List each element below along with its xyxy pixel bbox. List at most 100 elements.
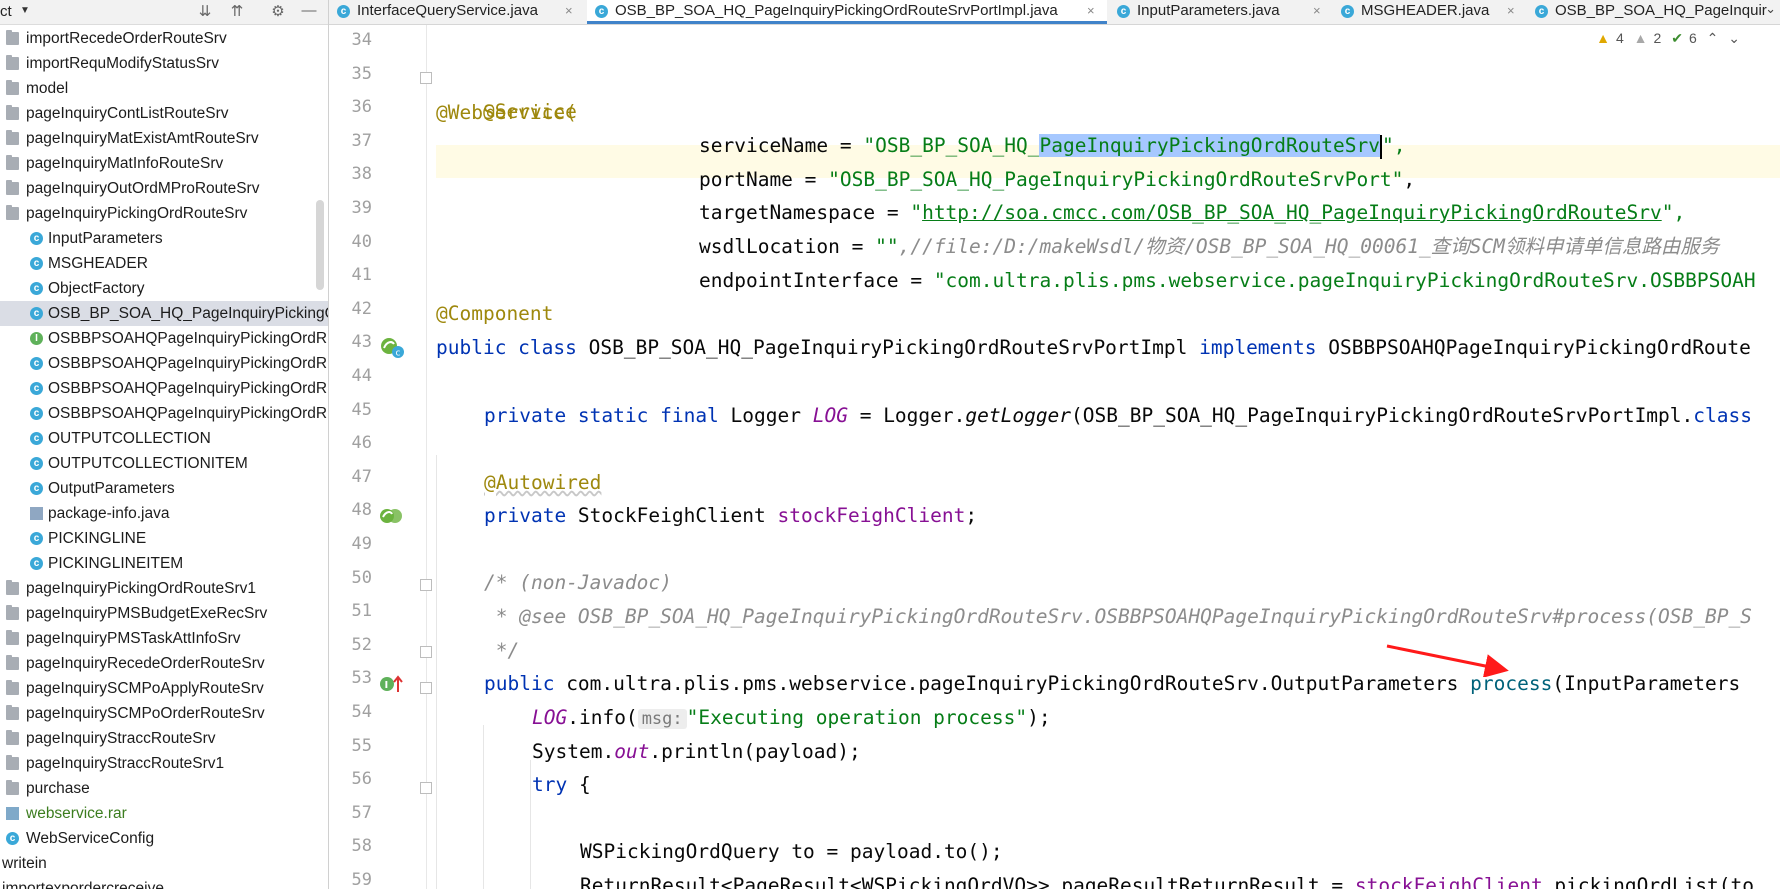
tree-item[interactable]: pageInquiryPMSBudgetExeRecSrv xyxy=(0,601,328,626)
tree-item-label: pageInquiryPickingOrdRouteSrv1 xyxy=(26,580,257,597)
tree-item[interactable]: pageInquiryPMSTaskAttInfoSrv xyxy=(0,626,328,651)
tree-item[interactable]: pageInquiryStraccRouteSrv1 xyxy=(0,751,328,776)
keyword: public xyxy=(484,672,567,695)
tree-item[interactable]: pageInquiryPickingOrdRouteSrv xyxy=(0,201,328,226)
static-field: LOG xyxy=(812,404,848,427)
tab-label: OSB_BP_SOA_HQ_PageInquir xyxy=(1555,2,1767,19)
tree-item[interactable]: webservice.rar xyxy=(0,801,328,826)
tree-item[interactable]: c OUTPUTCOLLECTIONITEM xyxy=(0,451,328,476)
code-line-50: /* (non-Javadoc) xyxy=(484,566,672,599)
webservice-annotation: @WebService( xyxy=(436,101,577,124)
indent-guide xyxy=(530,760,531,889)
code-line-54: LOG.info(msg: "Executing operation proces… xyxy=(532,701,1051,734)
line-number: 55 xyxy=(351,735,372,756)
close-icon[interactable]: × xyxy=(565,0,573,22)
code-token: ; xyxy=(965,504,978,527)
tree-item[interactable]: pageInquiryRecedeOrderRouteSrv xyxy=(0,651,328,676)
code-editor[interactable]: @Service @WebService( serviceName = "OSB… xyxy=(436,25,1780,889)
tree-item[interactable]: pageInquiryPickingOrdRouteSrv1 xyxy=(0,576,328,601)
tree-item[interactable]: importRecedeOrderRouteSrv xyxy=(0,26,328,51)
tree-item[interactable]: c OUTPUTCOLLECTION xyxy=(0,426,328,451)
tree-item[interactable]: c MSGHEADER xyxy=(0,251,328,276)
tree-item[interactable]: pageInquiryMatInfoRouteSrv xyxy=(0,151,328,176)
weak-warning-icon: ▲ xyxy=(1633,30,1648,46)
implements-method-icon[interactable]: I xyxy=(379,674,405,694)
line-number: 50 xyxy=(351,567,372,588)
expand-all-icon[interactable]: ⇊ xyxy=(196,2,214,20)
fold-marker-icon[interactable] xyxy=(420,579,432,591)
folder-icon xyxy=(6,80,19,95)
tree-item[interactable]: c InputParameters xyxy=(0,226,328,251)
tree-item[interactable]: c OSBBPSOAHQPageInquiryPickingOrdR xyxy=(0,351,328,376)
code-token: (InputParameters xyxy=(1552,672,1741,695)
tab-input-parameters[interactable]: c InputParameters.java × xyxy=(1109,0,1331,24)
code-line-58: WSPickingOrdQuery to = payload.to(); xyxy=(580,835,1003,868)
fold-marker-icon[interactable] xyxy=(420,682,432,694)
tree-item[interactable]: c ObjectFactory xyxy=(0,276,328,301)
fold-marker-icon[interactable] xyxy=(420,782,432,794)
class-icon: c xyxy=(30,257,43,270)
hide-panel-icon[interactable]: — xyxy=(300,2,318,19)
code-token: (OSB_BP_SOA_HQ_PageInquiryPickingOrdRout… xyxy=(1071,404,1694,427)
chevron-down-icon[interactable]: ⌄ xyxy=(1765,1,1776,17)
chevron-down-icon[interactable]: ▼ xyxy=(20,5,30,16)
class-icon: c xyxy=(30,282,43,295)
tree-item[interactable]: importRequModifyStatusSrv xyxy=(0,51,328,76)
spring-bean-icon[interactable]: c xyxy=(379,336,405,360)
tree-item[interactable]: pageInquiryStraccRouteSrv xyxy=(0,726,328,751)
tree-item[interactable]: writein xyxy=(0,851,328,876)
tree-item-label: pageInquiryPickingOrdRouteSrv xyxy=(26,205,248,222)
gear-icon[interactable]: ⚙ xyxy=(269,2,287,20)
chevron-up-icon[interactable]: ⌃ xyxy=(1707,30,1719,46)
tree-item[interactable]: model xyxy=(0,76,328,101)
tree-item[interactable]: c PICKINGLINE xyxy=(0,526,328,551)
folder-icon xyxy=(6,580,19,595)
code-line-40: wsdlLocation = "",//file:/D:/makeWsdl/物资… xyxy=(699,230,1719,263)
tree-item[interactable]: c WebServiceConfig xyxy=(0,826,328,851)
tree-item-label: importRecedeOrderRouteSrv xyxy=(26,30,227,47)
tree-item[interactable]: I OSBBPSOAHQPageInquiryPickingOrdR xyxy=(0,326,328,351)
tree-item[interactable]: c OSBBPSOAHQPageInquiryPickingOrdR xyxy=(0,401,328,426)
close-icon[interactable]: × xyxy=(1087,0,1095,22)
code-line-38: portName = "OSB_BP_SOA_HQ_PageInquiryPic… xyxy=(699,163,1415,196)
tree-item-label: ObjectFactory xyxy=(48,280,145,297)
keyword: public class xyxy=(436,336,589,359)
tab-msgheader[interactable]: c MSGHEADER.java × xyxy=(1333,0,1525,24)
tree-item[interactable]: pageInquirySCMPoOrderRouteSrv xyxy=(0,701,328,726)
code-line-48: private StockFeighClient stockFeighClien… xyxy=(484,499,977,532)
tree-item[interactable]: c OSBBPSOAHQPageInquiryPickingOrdR xyxy=(0,376,328,401)
svg-text:c: c xyxy=(396,349,401,359)
tab-interface-query-service[interactable]: c InterfaceQueryService.java × xyxy=(329,0,585,24)
code-line-42: @Component xyxy=(436,297,553,330)
static-field: out xyxy=(614,740,650,763)
close-icon[interactable]: × xyxy=(1313,0,1321,22)
inspection-widget[interactable]: ▲ 4 ▲ 2 ✔ 6 ⌃ ⌄ xyxy=(1590,30,1740,50)
fold-marker-icon[interactable] xyxy=(420,72,432,84)
tab-osb-pageinquir[interactable]: c OSB_BP_SOA_HQ_PageInquir xyxy=(1527,0,1767,24)
tree-item[interactable]: pageInquiryOutOrdMProRouteSrv xyxy=(0,176,328,201)
project-toolbar: ct ▼ ⇊ ⇈ ⚙ — xyxy=(0,0,328,25)
tab-label: OSB_BP_SOA_HQ_PageInquiryPickingOrdRoute… xyxy=(615,2,1058,19)
spring-autowired-icon[interactable] xyxy=(379,506,403,526)
project-view-selector[interactable]: ct xyxy=(0,3,12,20)
tree-item[interactable]: importexpordercreceive xyxy=(0,876,328,889)
project-scrollbar[interactable] xyxy=(316,200,324,290)
fold-marker-icon[interactable] xyxy=(420,646,432,658)
tree-item[interactable]: c PICKINGLINEITEM xyxy=(0,551,328,576)
collapse-all-icon[interactable]: ⇈ xyxy=(228,2,246,20)
tree-item[interactable]: purchase xyxy=(0,776,328,801)
tab-label: InputParameters.java xyxy=(1137,2,1280,19)
tree-item[interactable]: pageInquirySCMPoApplyRouteSrv xyxy=(0,676,328,701)
tree-item[interactable]: pageInquiryMatExistAmtRouteSrv xyxy=(0,126,328,151)
tab-portimpl[interactable]: c OSB_BP_SOA_HQ_PageInquiryPickingOrdRou… xyxy=(587,0,1107,24)
tree-item[interactable]: c OSB_BP_SOA_HQ_PageInquiryPickingO xyxy=(0,301,328,326)
tree-item[interactable]: package-info.java xyxy=(0,501,328,526)
class-icon: c xyxy=(1117,5,1130,18)
folder-icon xyxy=(6,105,19,120)
close-icon[interactable]: × xyxy=(1507,0,1515,22)
tree-item[interactable]: pageInquiryContListRouteSrv xyxy=(0,101,328,126)
tree-item[interactable]: c OutputParameters xyxy=(0,476,328,501)
gutter-separator xyxy=(426,25,427,889)
chevron-down-icon[interactable]: ⌄ xyxy=(1728,30,1740,46)
namespace-link[interactable]: http://soa.cmcc.com/OSB_BP_SOA_HQ_PageIn… xyxy=(922,201,1662,224)
